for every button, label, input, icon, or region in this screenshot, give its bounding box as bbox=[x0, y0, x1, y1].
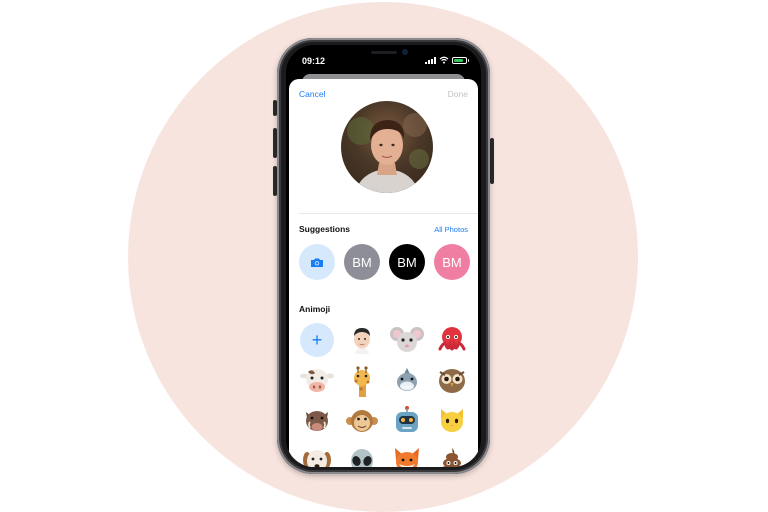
wifi-icon bbox=[439, 56, 449, 64]
profile-photo[interactable] bbox=[341, 101, 433, 193]
earpiece bbox=[371, 51, 397, 54]
phone-screen: 09:12 Cancel Done Suggestions All Photos… bbox=[286, 45, 481, 467]
camera-suggestion[interactable] bbox=[299, 244, 335, 280]
mouse-icon[interactable] bbox=[389, 322, 425, 358]
plus-icon: + bbox=[300, 323, 334, 357]
notch bbox=[336, 45, 432, 62]
all-photos-link[interactable]: All Photos bbox=[434, 225, 468, 234]
shark-icon[interactable] bbox=[389, 363, 425, 399]
dog-icon[interactable] bbox=[299, 443, 335, 467]
cat-icon[interactable] bbox=[434, 403, 470, 439]
cow-icon[interactable] bbox=[299, 363, 335, 399]
camera-icon bbox=[311, 258, 323, 267]
side-button bbox=[490, 138, 494, 184]
memoji-face-icon[interactable] bbox=[344, 322, 380, 358]
poop-icon[interactable] bbox=[434, 443, 470, 467]
status-time: 09:12 bbox=[302, 56, 326, 66]
battery-icon bbox=[452, 56, 469, 64]
boar-icon[interactable] bbox=[299, 403, 335, 439]
giraffe-icon[interactable] bbox=[344, 363, 380, 399]
phone-frame: 09:12 Cancel Done Suggestions All Photos… bbox=[277, 38, 490, 474]
edit-photo-sheet: Cancel Done Suggestions All Photos BM BM… bbox=[289, 79, 478, 467]
animoji-title: Animoji bbox=[299, 304, 331, 314]
owl-icon[interactable] bbox=[434, 363, 470, 399]
monkey-icon[interactable] bbox=[344, 403, 380, 439]
alien-icon[interactable] bbox=[344, 443, 380, 467]
suggestions-title: Suggestions bbox=[299, 224, 351, 234]
robot-icon[interactable] bbox=[389, 403, 425, 439]
monogram-gray[interactable]: BM bbox=[344, 244, 380, 280]
add-animoji-button[interactable]: + bbox=[299, 322, 335, 358]
monogram-pink[interactable]: BM bbox=[434, 244, 470, 280]
front-camera bbox=[402, 49, 408, 55]
status-icons bbox=[425, 56, 469, 64]
person-photo-icon bbox=[347, 113, 429, 193]
fox-icon[interactable] bbox=[389, 443, 425, 467]
section-divider bbox=[299, 213, 478, 214]
done-button[interactable]: Done bbox=[448, 89, 468, 99]
octopus-icon[interactable] bbox=[434, 322, 470, 358]
cancel-button[interactable]: Cancel bbox=[299, 89, 325, 99]
monogram-black[interactable]: BM bbox=[389, 244, 425, 280]
